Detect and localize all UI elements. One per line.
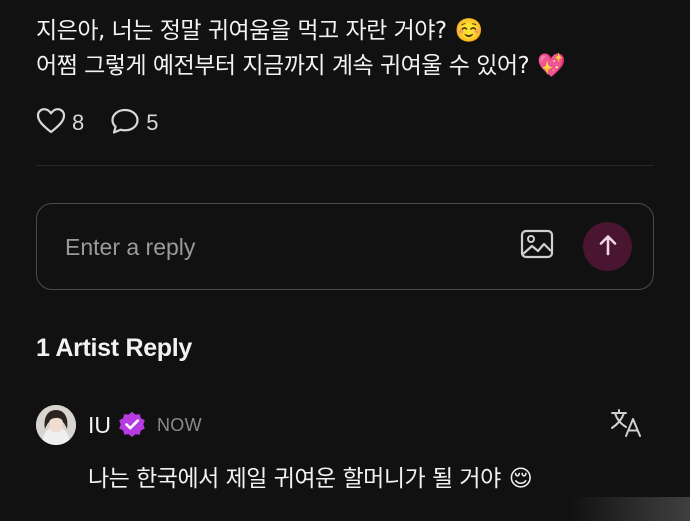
comment-button[interactable]: 5 bbox=[110, 107, 159, 139]
speech-bubble-icon bbox=[110, 107, 140, 139]
reply-timestamp: NOW bbox=[157, 414, 202, 435]
artist-replies-title: 1 Artist Reply bbox=[36, 334, 193, 362]
attach-image-button[interactable] bbox=[519, 229, 555, 263]
sparkling-heart-emoji-icon: 💖 bbox=[537, 53, 566, 79]
relieved-face-emoji-icon: 😌 bbox=[508, 466, 533, 492]
artist-reply-header: IU NOW bbox=[36, 405, 654, 445]
reply-composer bbox=[36, 203, 654, 290]
verified-badge-icon bbox=[117, 410, 147, 440]
divider bbox=[36, 165, 654, 166]
post-body: 지은아, 너는 정말 귀여움을 먹고 자란 거야? ☺️ 어쩜 그렇게 예전부터… bbox=[36, 14, 666, 84]
translate-icon bbox=[609, 407, 643, 443]
like-button[interactable]: 8 bbox=[36, 107, 84, 139]
post-actions: 8 5 bbox=[36, 108, 185, 138]
reply-input[interactable] bbox=[65, 228, 485, 266]
heart-outline-icon bbox=[36, 107, 66, 139]
post-line-2: 어쩜 그렇게 예전부터 지금까지 계속 귀여울 수 있어? 💖 bbox=[36, 49, 666, 84]
arrow-up-icon bbox=[597, 233, 619, 261]
post-line-1: 지은아, 너는 정말 귀여움을 먹고 자란 거야? ☺️ bbox=[36, 14, 666, 49]
artist-reply-text-content: 나는 한국에서 제일 귀여운 할머니가 될 거야 bbox=[88, 466, 501, 492]
image-icon bbox=[520, 229, 554, 263]
post-line-1-text: 지은아, 너는 정말 귀여움을 먹고 자란 거야? bbox=[36, 18, 447, 44]
send-reply-button[interactable] bbox=[583, 222, 632, 271]
artist-reply-text: 나는 한국에서 제일 귀여운 할머니가 될 거야 😌 bbox=[88, 461, 533, 497]
avatar[interactable] bbox=[36, 405, 76, 445]
smiling-face-emoji-icon: ☺️ bbox=[454, 18, 484, 44]
comment-count: 5 bbox=[146, 110, 159, 135]
like-count: 8 bbox=[72, 110, 85, 135]
artist-name[interactable]: IU bbox=[88, 412, 111, 439]
translate-button[interactable] bbox=[608, 407, 644, 443]
post-line-2-text: 어쩜 그렇게 예전부터 지금까지 계속 귀여울 수 있어? bbox=[36, 53, 530, 79]
watermark-strip bbox=[570, 497, 690, 521]
